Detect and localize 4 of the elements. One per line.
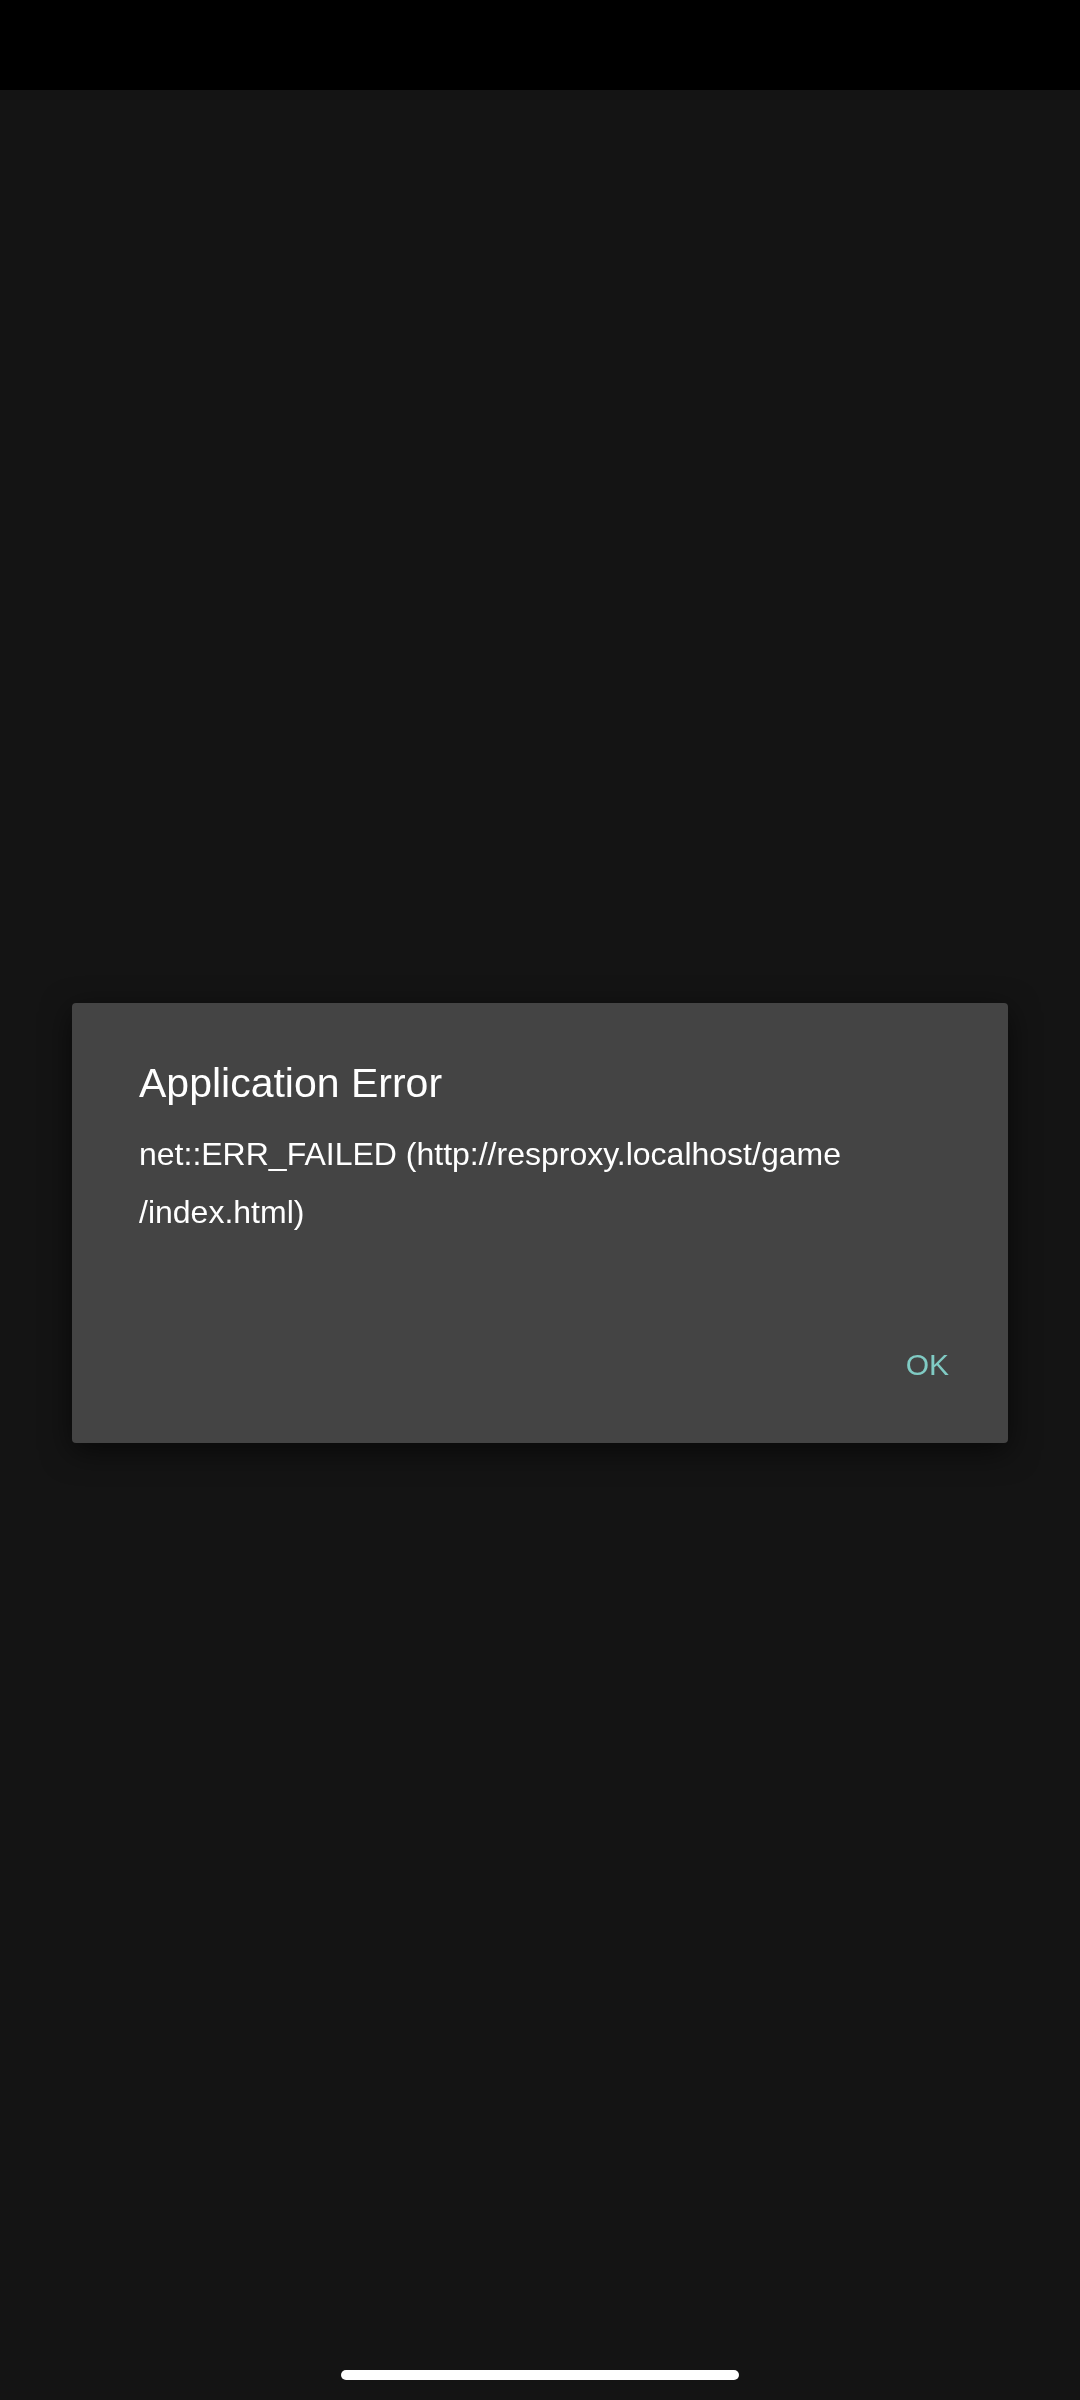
ok-button[interactable]: OK [893,1336,961,1393]
error-message: net::ERR_FAILED (http://resproxy.localhost/game /index.html) [139,1135,841,1232]
home-indicator[interactable] [341,2370,739,2380]
dialog-title: Application Error [139,1059,443,1108]
